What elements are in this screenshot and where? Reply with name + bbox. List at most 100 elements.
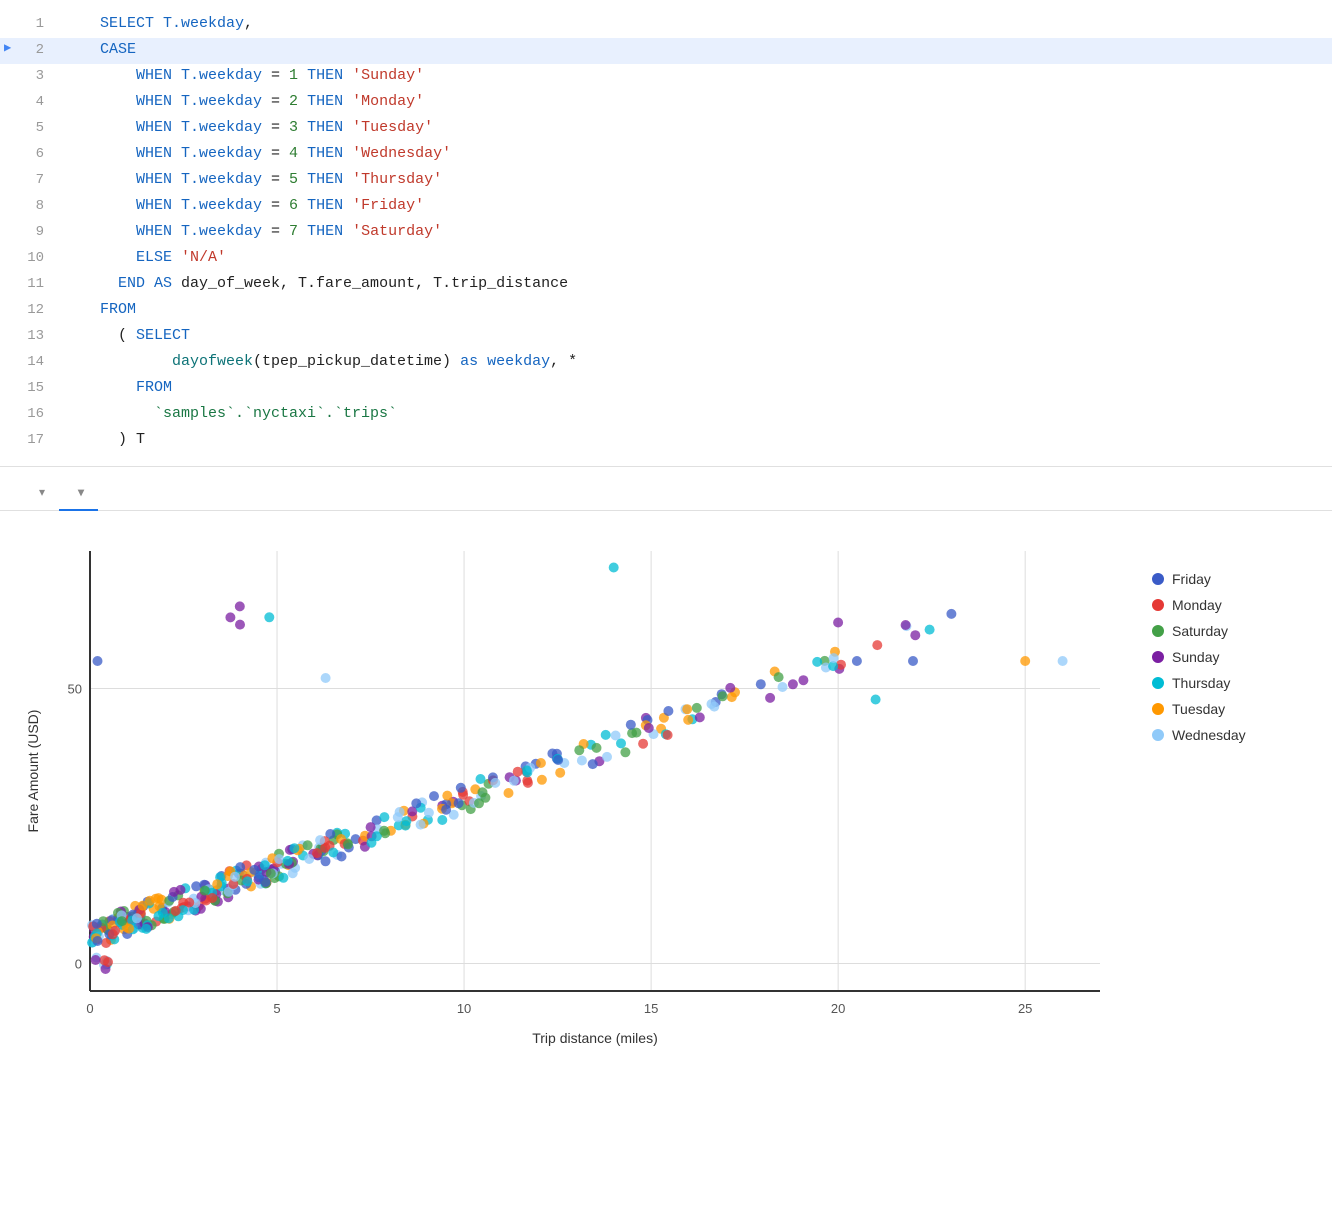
svg-text:5: 5 [273, 1001, 280, 1016]
data-point [225, 612, 235, 622]
line-content-4: WHEN T.weekday = 2 THEN 'Monday' [60, 90, 1332, 114]
data-point [602, 752, 612, 762]
line-number-13: 13 [0, 325, 60, 347]
data-point [249, 865, 259, 875]
data-point [288, 868, 298, 878]
line-content-14: dayofweek(tpep_pickup_datetime) as weekd… [60, 350, 1332, 374]
data-point [366, 822, 376, 832]
data-point [504, 788, 514, 798]
data-point [124, 924, 134, 934]
data-point [829, 653, 839, 663]
line-content-13: ( SELECT [60, 324, 1332, 348]
data-point [925, 625, 935, 635]
chart-area: 0500510152025Fare Amount (USD)Trip dista… [0, 511, 1332, 1066]
data-point [184, 898, 194, 908]
data-point [99, 955, 109, 965]
data-point [393, 812, 403, 822]
data-point [478, 787, 488, 797]
data-point [663, 706, 673, 716]
code-line-4: 4 WHEN T.weekday = 2 THEN 'Monday' [0, 90, 1332, 116]
code-lines: 1SELECT T.weekday,▶2CASE3 WHEN T.weekday… [0, 0, 1332, 466]
data-point [212, 879, 222, 889]
data-point [683, 715, 693, 725]
code-editor: 1SELECT T.weekday,▶2CASE3 WHEN T.weekday… [0, 0, 1332, 467]
data-point [441, 805, 451, 815]
code-line-5: 5 WHEN T.weekday = 3 THEN 'Tuesday' [0, 116, 1332, 142]
data-point [609, 563, 619, 573]
data-point [756, 679, 766, 689]
data-point [91, 955, 101, 965]
data-point [553, 755, 563, 765]
data-point [289, 843, 299, 853]
line-number-2: ▶2 [0, 39, 60, 61]
data-point [437, 815, 447, 825]
data-point [513, 767, 523, 777]
legend-item-monday: Monday [1152, 597, 1312, 613]
data-point [141, 924, 151, 934]
chart-svg-wrapper: 0500510152025Fare Amount (USD)Trip dista… [20, 531, 1152, 1056]
line-number-7: 7 [0, 169, 60, 191]
legend-label-saturday: Saturday [1172, 623, 1228, 639]
line-number-8: 8 [0, 195, 60, 217]
data-point [577, 756, 587, 766]
line-content-6: WHEN T.weekday = 4 THEN 'Wednesday' [60, 142, 1332, 166]
data-point [429, 791, 439, 801]
data-point [574, 745, 584, 755]
data-point [278, 873, 288, 883]
data-point [812, 657, 822, 667]
data-point [682, 704, 692, 714]
legend-item-sunday: Sunday [1152, 649, 1312, 665]
data-point [727, 692, 737, 702]
line-content-11: END AS day_of_week, T.fare_amount, T.tri… [60, 272, 1332, 296]
legend-label-sunday: Sunday [1172, 649, 1219, 665]
data-point [523, 778, 533, 788]
line-content-2: CASE [60, 38, 1332, 62]
data-point [778, 682, 788, 692]
data-point [164, 913, 174, 923]
data-point [191, 881, 201, 891]
data-point [718, 691, 728, 701]
legend-label-monday: Monday [1172, 597, 1222, 613]
tab-add-button[interactable] [98, 485, 118, 503]
line-number-10: 10 [0, 247, 60, 269]
data-point [93, 656, 103, 666]
data-point [266, 869, 276, 879]
svg-text:15: 15 [644, 1001, 658, 1016]
line-content-10: ELSE 'N/A' [60, 246, 1332, 270]
svg-text:Fare Amount (USD): Fare Amount (USD) [25, 710, 41, 833]
legend-dot-saturday [1152, 625, 1164, 637]
data-point [274, 854, 284, 864]
data-point [379, 812, 389, 822]
line-content-7: WHEN T.weekday = 5 THEN 'Thursday' [60, 168, 1332, 192]
line-number-3: 3 [0, 65, 60, 87]
tab-results[interactable]: ▾ [20, 477, 59, 511]
data-point [852, 656, 862, 666]
data-point [169, 887, 179, 897]
line-number-12: 12 [0, 299, 60, 321]
data-point [138, 901, 148, 911]
data-point [788, 679, 798, 689]
code-line-1: 1SELECT T.weekday, [0, 12, 1332, 38]
line-number-15: 15 [0, 377, 60, 399]
chart-legend: FridayMondaySaturdaySundayThursdayTuesda… [1152, 531, 1312, 1056]
svg-text:0: 0 [75, 957, 82, 972]
line-content-17: ) T [60, 428, 1332, 452]
code-line-11: 11 END AS day_of_week, T.fare_amount, T.… [0, 272, 1332, 298]
tab-fare-by-distance[interactable]: ▾ [59, 477, 98, 511]
code-line-6: 6 WHEN T.weekday = 4 THEN 'Wednesday' [0, 142, 1332, 168]
data-point [709, 702, 719, 712]
code-line-3: 3 WHEN T.weekday = 1 THEN 'Sunday' [0, 64, 1332, 90]
data-point [537, 775, 547, 785]
legend-label-tuesday: Tuesday [1172, 701, 1225, 717]
line-content-15: FROM [60, 376, 1332, 400]
data-point [1020, 656, 1030, 666]
data-point [474, 798, 484, 808]
data-point [692, 703, 702, 713]
line-content-3: WHEN T.weekday = 1 THEN 'Sunday' [60, 64, 1332, 88]
data-point [235, 620, 245, 630]
data-point [154, 911, 164, 921]
results-bar: ▾ ▾ [0, 467, 1332, 511]
data-point [1058, 656, 1068, 666]
legend-item-wednesday: Wednesday [1152, 727, 1312, 743]
line-number-9: 9 [0, 221, 60, 243]
